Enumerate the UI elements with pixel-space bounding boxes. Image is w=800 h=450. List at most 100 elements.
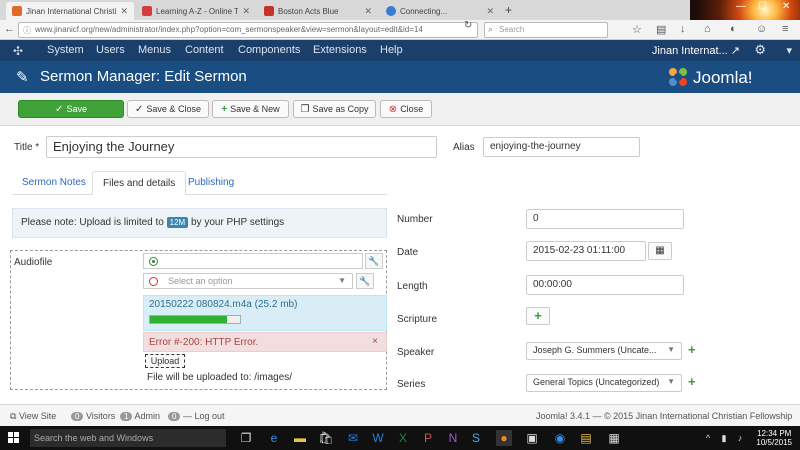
- upload-button[interactable]: Upload: [145, 354, 185, 368]
- logout-count: 0: [168, 412, 181, 421]
- wrench-icon[interactable]: 🔧: [356, 273, 374, 289]
- visitors-label: Visitors: [85, 411, 116, 421]
- browser-tab[interactable]: Learning A-Z - Online Teac... ✕: [136, 2, 256, 20]
- site-link[interactable]: Jinan Internat... ↗: [652, 44, 740, 57]
- windows-start-icon[interactable]: [8, 432, 20, 444]
- app-icon[interactable]: ◉: [552, 430, 568, 446]
- firefox-icon[interactable]: ●: [496, 430, 512, 446]
- joomla-menu-icon[interactable]: ✣: [13, 44, 23, 58]
- menu-item-extensions[interactable]: Extensions: [313, 44, 367, 56]
- excel-icon[interactable]: X: [395, 430, 411, 446]
- page-title: Sermon Manager: Edit Sermon: [40, 68, 247, 85]
- home-icon[interactable]: ⌂: [704, 23, 711, 35]
- bookmark-star-icon[interactable]: ☆: [632, 23, 642, 36]
- series-select[interactable]: General Topics (Uncategorized) ▼: [526, 374, 682, 392]
- save-button[interactable]: ✓ Save: [18, 100, 124, 118]
- alias-input[interactable]: enjoying-the-journey: [483, 137, 640, 157]
- close-window-icon[interactable]: ✕: [782, 1, 790, 12]
- length-input[interactable]: 00:00:00: [526, 275, 684, 295]
- bookmarks-icon[interactable]: ▤: [656, 23, 666, 36]
- windows-taskbar: Search the web and Windows ❐ e ▬ 🛍 ✉ W X…: [0, 426, 800, 450]
- add-speaker-icon[interactable]: +: [688, 342, 696, 357]
- tab-files-and-details[interactable]: Files and details: [92, 171, 187, 195]
- reload-icon[interactable]: ↻: [464, 20, 472, 31]
- menu-item-components[interactable]: Components: [238, 44, 300, 56]
- save-new-button[interactable]: + Save & New: [212, 100, 289, 118]
- add-scripture-button[interactable]: +: [526, 307, 550, 325]
- save-close-button[interactable]: ✓ Save & Close: [127, 100, 209, 118]
- file-explorer-icon[interactable]: ▬: [292, 430, 308, 446]
- close-icon[interactable]: ×: [372, 336, 378, 347]
- back-icon[interactable]: ←: [4, 23, 15, 35]
- skype-icon[interactable]: S: [468, 430, 484, 446]
- close-tab-icon[interactable]: ✕: [364, 6, 372, 17]
- audiofile-select[interactable]: Select an option ▼: [143, 273, 353, 289]
- upload-progress-bar: [149, 315, 241, 324]
- volume-icon[interactable]: ♪: [732, 430, 748, 446]
- url-bar[interactable]: ⓘ www.jinanicf.org/new/administrator/ind…: [18, 22, 478, 38]
- calendar-icon[interactable]: ▦: [648, 242, 672, 260]
- view-site-link[interactable]: ⧉ View Site: [10, 411, 56, 422]
- onenote-icon[interactable]: N: [445, 430, 461, 446]
- maximize-icon[interactable]: ☐: [758, 1, 767, 12]
- site-name: Jinan Internat...: [651, 45, 728, 57]
- upload-destination: File will be uploaded to: /images/: [147, 372, 293, 383]
- store-icon[interactable]: 🛍: [318, 430, 334, 446]
- save-copy-button[interactable]: ❐ Save as Copy: [293, 100, 376, 118]
- progress-fill: [150, 316, 227, 323]
- add-series-icon[interactable]: +: [688, 374, 696, 389]
- audiofile-path-input[interactable]: [143, 253, 363, 269]
- title-input[interactable]: Enjoying the Journey: [46, 136, 437, 158]
- menu-item-content[interactable]: Content: [185, 44, 224, 56]
- close-tab-icon[interactable]: ✕: [242, 6, 250, 17]
- mail-icon[interactable]: ✉: [345, 430, 361, 446]
- number-input[interactable]: 0: [526, 209, 684, 229]
- tab-publishing[interactable]: Publishing: [178, 171, 244, 195]
- pocket-icon[interactable]: ◐: [730, 23, 737, 35]
- menu-item-system[interactable]: System: [47, 44, 84, 56]
- radio-empty-icon[interactable]: [149, 277, 158, 286]
- menu-icon[interactable]: ≡: [782, 23, 788, 35]
- date-input[interactable]: 2015-02-23 01:11:00: [526, 241, 646, 261]
- chat-icon[interactable]: ☺: [756, 23, 767, 35]
- taskbar-clock[interactable]: 12:34 PM 10/5/2015: [756, 429, 792, 447]
- app-icon[interactable]: ▦: [606, 430, 622, 446]
- admin-status-bar: ⧉ View Site 0 Visitors 1 Admin 0 — Log o…: [0, 404, 800, 426]
- taskbar-search-placeholder: Search the web and Windows: [34, 433, 154, 443]
- browser-tab[interactable]: Jinan International Christia... ✕: [6, 2, 134, 20]
- browser-tab[interactable]: Connecting... ✕: [380, 2, 500, 20]
- app-icon[interactable]: ▤: [578, 430, 594, 446]
- browser-tab-label: Learning A-Z - Online Teac...: [156, 6, 239, 16]
- edge-icon[interactable]: e: [266, 430, 282, 446]
- menu-item-menus[interactable]: Menus: [138, 44, 171, 56]
- check-icon: ✓: [135, 103, 144, 115]
- new-tab-icon[interactable]: +: [505, 3, 512, 17]
- menu-item-users[interactable]: Users: [96, 44, 125, 56]
- save-new-label: Save & New: [230, 104, 280, 114]
- powerpoint-icon[interactable]: P: [420, 430, 436, 446]
- network-icon[interactable]: ▮: [716, 430, 732, 446]
- word-icon[interactable]: W: [370, 430, 386, 446]
- wrench-icon[interactable]: 🔧: [365, 253, 383, 269]
- tray-arrow-icon[interactable]: ^: [700, 430, 716, 446]
- user-menu-icon[interactable]: ▾: [786, 44, 792, 57]
- browser-search-input[interactable]: ⌕ Search: [484, 22, 608, 38]
- logout-link[interactable]: 0 — Log out: [168, 411, 225, 421]
- minimize-icon[interactable]: —: [736, 1, 746, 12]
- close-button[interactable]: ⊗ Close: [380, 100, 432, 118]
- task-view-icon[interactable]: ❐: [238, 430, 254, 446]
- menu-item-help[interactable]: Help: [380, 44, 403, 56]
- gear-icon[interactable]: ⚙: [754, 42, 766, 58]
- radio-selected-icon[interactable]: [149, 257, 158, 266]
- app-icon[interactable]: ▣: [524, 430, 540, 446]
- browser-tab[interactable]: Boston Acts Blue ✕: [258, 2, 378, 20]
- error-text: Error #-200: HTTP Error.: [149, 337, 259, 348]
- close-tab-icon[interactable]: ✕: [486, 6, 494, 17]
- browser-tab-label: Jinan International Christia...: [26, 6, 116, 16]
- tab-sermon-notes[interactable]: Sermon Notes: [12, 171, 96, 195]
- download-icon[interactable]: ↓: [680, 23, 686, 35]
- speaker-select[interactable]: Joseph G. Summers (Uncate... ▼: [526, 342, 682, 360]
- taskbar-search-input[interactable]: Search the web and Windows: [30, 429, 226, 447]
- close-tab-icon[interactable]: ✕: [120, 6, 128, 17]
- url-text: www.jinanicf.org/new/administrator/index…: [35, 25, 423, 34]
